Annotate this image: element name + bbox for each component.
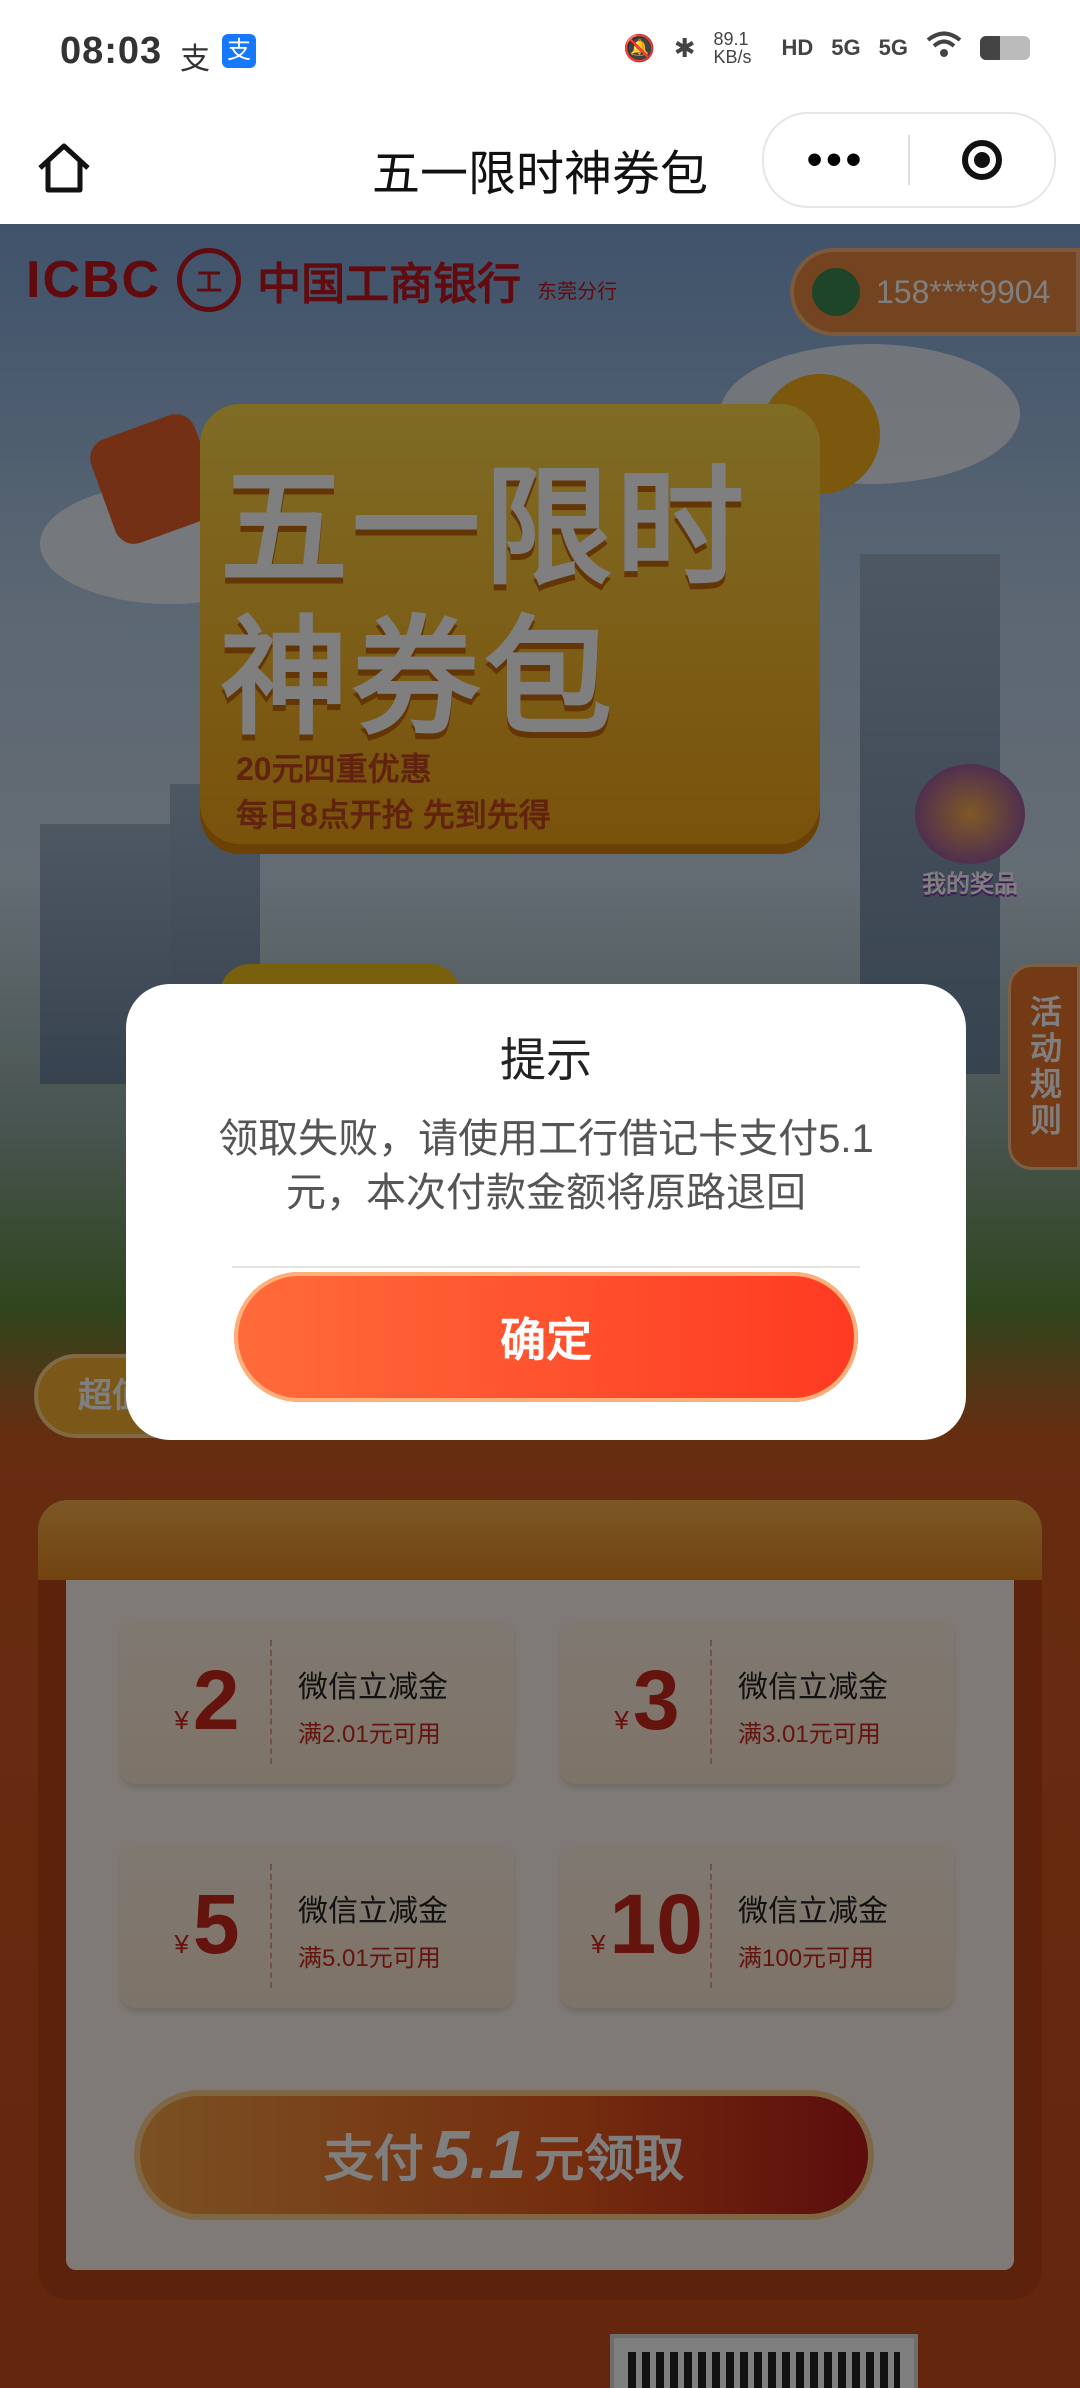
alert-dialog: 提示 领取失败，请使用工行借记卡支付5.1元，本次付款金额将原路退回 确定 — [126, 984, 966, 1440]
hd-icon: HD — [781, 35, 814, 60]
mini-program-capsule: ••• — [762, 112, 1056, 208]
signal-5g-icon: 5G — [878, 35, 908, 60]
status-icons: 🔕 ✱ 89.1 KB/s HD 5G 5G — [623, 30, 1030, 66]
close-target-icon — [962, 140, 1002, 180]
dialog-message: 领取失败，请使用工行借记卡支付5.1元，本次付款金额将原路退回 — [218, 1117, 874, 1215]
more-button[interactable]: ••• — [764, 135, 908, 185]
close-button[interactable] — [910, 140, 1054, 180]
dialog-title: 提示 — [500, 1034, 592, 1086]
wifi-icon — [926, 31, 962, 66]
battery-icon — [980, 36, 1030, 60]
signal-5g-icon: 5G — [831, 35, 861, 60]
status-bar: 08:03 支 支 🔕 ✱ 89.1 KB/s HD 5G 5G — [0, 0, 1080, 112]
bluetooth-icon: ✱ — [673, 32, 696, 63]
status-time: 08:03 — [60, 30, 163, 72]
alipay-app-icon: 支 — [222, 34, 256, 68]
nav-bar: 五一限时神券包 ••• — [0, 112, 1080, 224]
confirm-button[interactable]: 确定 — [234, 1272, 858, 1402]
alipay-icon: 支 — [180, 43, 210, 76]
network-speed: 89.1 KB/s — [713, 29, 752, 67]
mute-icon: 🔕 — [623, 32, 656, 63]
dialog-divider — [232, 1266, 860, 1268]
